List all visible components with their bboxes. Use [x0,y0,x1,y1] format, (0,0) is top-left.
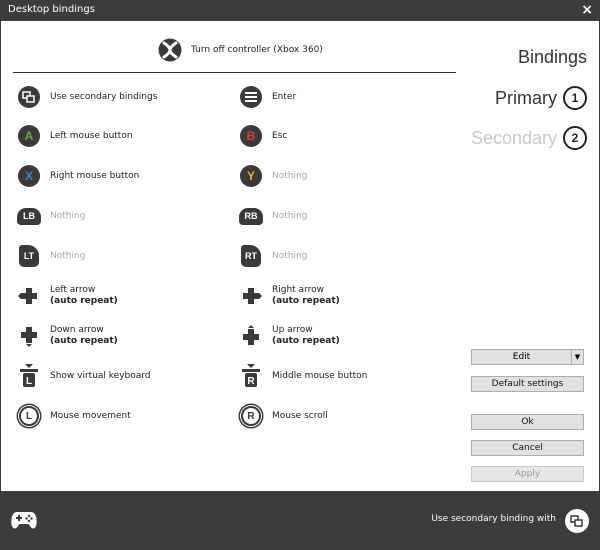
binding-menu-label: Enter [272,91,297,102]
binding-lt-label: Nothing [50,250,86,261]
footer-bar: Use secondary binding with [0,491,600,550]
lt-glyph: LT [23,251,35,261]
gamepad-icon [11,512,37,529]
a-button-icon: A [18,125,40,147]
primary-label: Primary [495,87,557,108]
binding-menu[interactable]: Enter [239,84,296,110]
binding-dpad-down[interactable]: Down arrow (auto repeat) [17,323,118,349]
binding-dpad-right[interactable]: Right arrow (auto repeat) [239,283,340,309]
binding-a[interactable]: A Left mouse button [17,123,133,149]
binding-rt-label: Nothing [272,250,308,261]
default-settings-button[interactable]: Default settings [471,376,584,392]
secondary-binding-with-label: Use secondary binding with [431,514,556,524]
r-click-glyph: R [247,376,255,387]
binding-l-click[interactable]: L Show virtual keyboard [17,363,151,389]
binding-secondary-label: Use secondary bindings [50,91,158,102]
binding-r-click-label: Middle mouse button [272,370,368,381]
dpad-left-label: Left arrow [50,285,96,295]
rt-trigger-icon: RT [241,245,261,267]
lt-trigger-icon: LT [19,245,39,267]
binding-l-stick[interactable]: L Mouse movement [17,403,131,429]
dpad-right-autorepeat: (auto repeat) [272,296,340,306]
binding-lb-label: Nothing [50,210,86,221]
title-bar: Desktop bindings × [0,0,600,21]
dpad-left-autorepeat: (auto repeat) [50,296,118,306]
primary-number-icon: 1 [563,86,587,110]
binding-x-label: Right mouse button [50,170,140,181]
binding-lt[interactable]: LT Nothing [17,243,85,269]
apply-button[interactable]: Apply [471,466,584,482]
dpad-up-icon [243,325,259,345]
b-button-icon: B [240,125,262,147]
main-content: Turn off controller (Xbox 360) Use secon… [1,21,599,491]
turn-off-controller-button[interactable]: Turn off controller (Xbox 360) [158,37,323,63]
binding-a-label: Left mouse button [50,130,133,141]
turn-off-controller-label: Turn off controller (Xbox 360) [191,45,323,55]
binding-y-label: Nothing [272,170,308,181]
dpad-down-icon [21,327,37,347]
secondary-label: Secondary [470,127,557,148]
binding-r-stick[interactable]: R Mouse scroll [239,403,328,429]
binding-rb[interactable]: RB Nothing [239,203,307,229]
secondary-tab[interactable]: Secondary 2 [471,126,587,150]
view-button-icon [18,86,40,108]
window-title: Desktop bindings [8,4,95,15]
dpad-left-icon [18,288,37,304]
y-glyph: Y [246,169,255,183]
rt-glyph: RT [245,251,257,261]
dpad-down-label: Down arrow [50,325,104,335]
binding-secondary[interactable]: Use secondary bindings [17,84,157,110]
left-stick-icon: L [19,406,39,426]
cancel-button[interactable]: Cancel [471,440,584,456]
binding-dpad-left[interactable]: Left arrow (auto repeat) [17,283,118,309]
dpad-right-icon [243,288,262,304]
binding-r-click[interactable]: R Middle mouse button [239,363,367,389]
left-stick-click-icon: L [20,364,38,387]
rb-bumper-icon: RB [239,207,263,225]
lb-bumper-icon: LB [17,207,41,225]
lb-glyph: LB [23,211,35,221]
binding-x[interactable]: X Right mouse button [17,163,139,189]
view-button-selector-icon[interactable] [565,509,589,533]
x-glyph: X [24,169,33,183]
edit-split-button[interactable]: Edit ▼ [471,349,584,365]
dpad-up-label: Up arrow [272,325,313,335]
dpad-up-autorepeat: (auto repeat) [272,336,340,346]
binding-y[interactable]: Y Nothing [239,163,307,189]
menu-button-icon [240,86,262,108]
rb-glyph: RB [244,211,258,221]
y-button-icon: Y [240,165,262,187]
xbox-logo-icon [158,38,182,62]
close-icon[interactable]: × [581,2,593,18]
dpad-down-autorepeat: (auto repeat) [50,336,118,346]
binding-rb-label: Nothing [272,210,308,221]
bindings-heading: Bindings [517,47,587,67]
binding-r-stick-label: Mouse scroll [272,410,328,421]
binding-lb[interactable]: LB Nothing [17,203,85,229]
dpad-right-label: Right arrow [272,285,324,295]
b-glyph: B [246,129,256,143]
binding-b-label: Esc [272,130,288,141]
a-glyph: A [24,129,34,143]
edit-dropdown-chevron-icon[interactable]: ▼ [572,349,584,365]
right-stick-icon: R [241,406,261,426]
primary-tab[interactable]: Primary 1 [495,86,587,110]
edit-button[interactable]: Edit [471,349,572,365]
binding-b[interactable]: B Esc [239,123,287,149]
right-stick-click-icon: R [242,364,260,387]
l-stick-glyph: L [25,410,33,422]
ok-button[interactable]: Ok [471,414,584,430]
header-divider [13,72,456,73]
binding-l-click-label: Show virtual keyboard [50,370,151,381]
secondary-number-icon: 2 [563,126,587,150]
binding-dpad-up[interactable]: Up arrow (auto repeat) [239,323,340,349]
r-stick-glyph: R [247,410,255,422]
l-click-glyph: L [26,376,32,387]
binding-rt[interactable]: RT Nothing [239,243,307,269]
binding-l-stick-label: Mouse movement [50,410,131,421]
x-button-icon: X [18,165,40,187]
